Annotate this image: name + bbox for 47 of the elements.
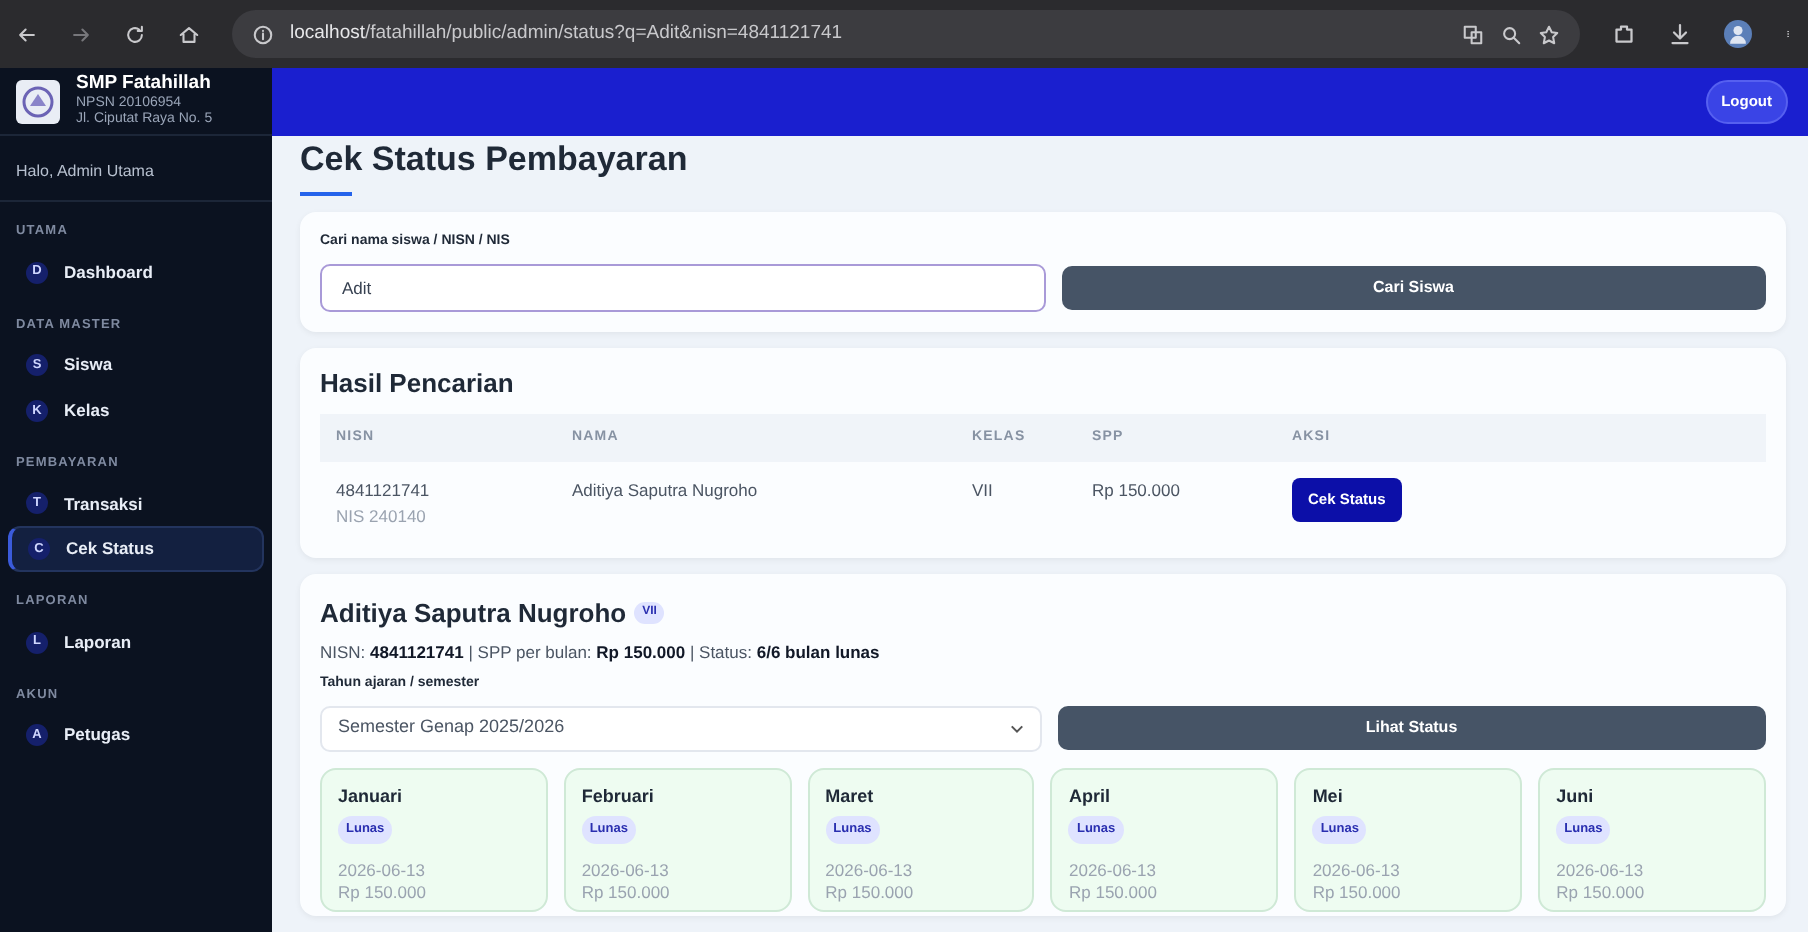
title-accent <box>300 192 352 197</box>
avatar-icon[interactable] <box>1724 20 1752 48</box>
zoom-icon[interactable] <box>1500 23 1522 45</box>
month-name: April <box>1068 783 1112 810</box>
month-name: Mei <box>1312 783 1345 810</box>
table-cell-text: NIS 240140 <box>336 504 428 530</box>
greeting-text: Halo, Admin Utama <box>0 136 272 202</box>
payment-date: 2026-06-13 <box>338 859 427 882</box>
forward-icon[interactable] <box>70 23 92 45</box>
month-name: Maret <box>825 783 876 810</box>
info-icon[interactable] <box>252 23 274 45</box>
star-icon[interactable] <box>1538 23 1560 45</box>
month-name: Februari <box>581 783 656 810</box>
back-icon[interactable] <box>16 23 38 45</box>
school-name: SMP Fatahillah <box>76 74 213 96</box>
chevron-down-icon <box>1009 723 1023 734</box>
school-logo <box>16 79 60 123</box>
semester-select[interactable]: Semester Genap 2025/2026 <box>320 705 1041 752</box>
table-cell-text: Aditiya Saputra Nugroho <box>572 478 760 505</box>
payment-amount: Rp 150.000 <box>825 881 916 903</box>
payment-amount: Rp 150.000 <box>1556 881 1647 903</box>
payment-date: 2026-06-13 <box>1068 859 1158 882</box>
payment-date: 2026-06-13 <box>1312 859 1402 882</box>
search-field[interactable]: Adit <box>320 263 1045 312</box>
student-summary: NISN: 4841121741 | SPP per bulan: Rp 150.000 | Status: 6/6 bulan lunas <box>320 640 882 667</box>
payment-amount: Rp 150.000 <box>1312 881 1403 903</box>
home-icon[interactable] <box>178 23 200 45</box>
download-icon[interactable] <box>1668 22 1692 46</box>
month-name: Januari <box>338 783 405 810</box>
payment-amount: Rp 150.000 <box>1068 881 1159 903</box>
search-button[interactable]: Cari Siswa <box>1061 265 1766 310</box>
month-name: Juni <box>1556 783 1596 810</box>
extensions-icon[interactable] <box>1612 22 1636 46</box>
student-name: Aditiya Saputra Nugroho <box>320 595 627 632</box>
reload-icon[interactable] <box>124 23 146 45</box>
payment-date: 2026-06-13 <box>1556 859 1646 882</box>
view-status-button[interactable]: Lihat Status <box>1057 706 1766 751</box>
table-cell-text: VII <box>972 478 995 505</box>
table-cell-text: Rp 150.000 <box>1092 478 1182 505</box>
page-title: Cek Status Pembayaran <box>300 138 690 181</box>
payment-date: 2026-06-13 <box>825 859 915 882</box>
payment-amount: Rp 150.000 <box>581 881 672 903</box>
card-title: Hasil Pencarian <box>320 367 516 399</box>
translate-icon[interactable] <box>1462 23 1484 45</box>
payment-amount: Rp 150.000 <box>338 881 428 903</box>
payment-date: 2026-06-13 <box>581 859 671 882</box>
table-cell-text: 4841121741 <box>336 478 432 505</box>
